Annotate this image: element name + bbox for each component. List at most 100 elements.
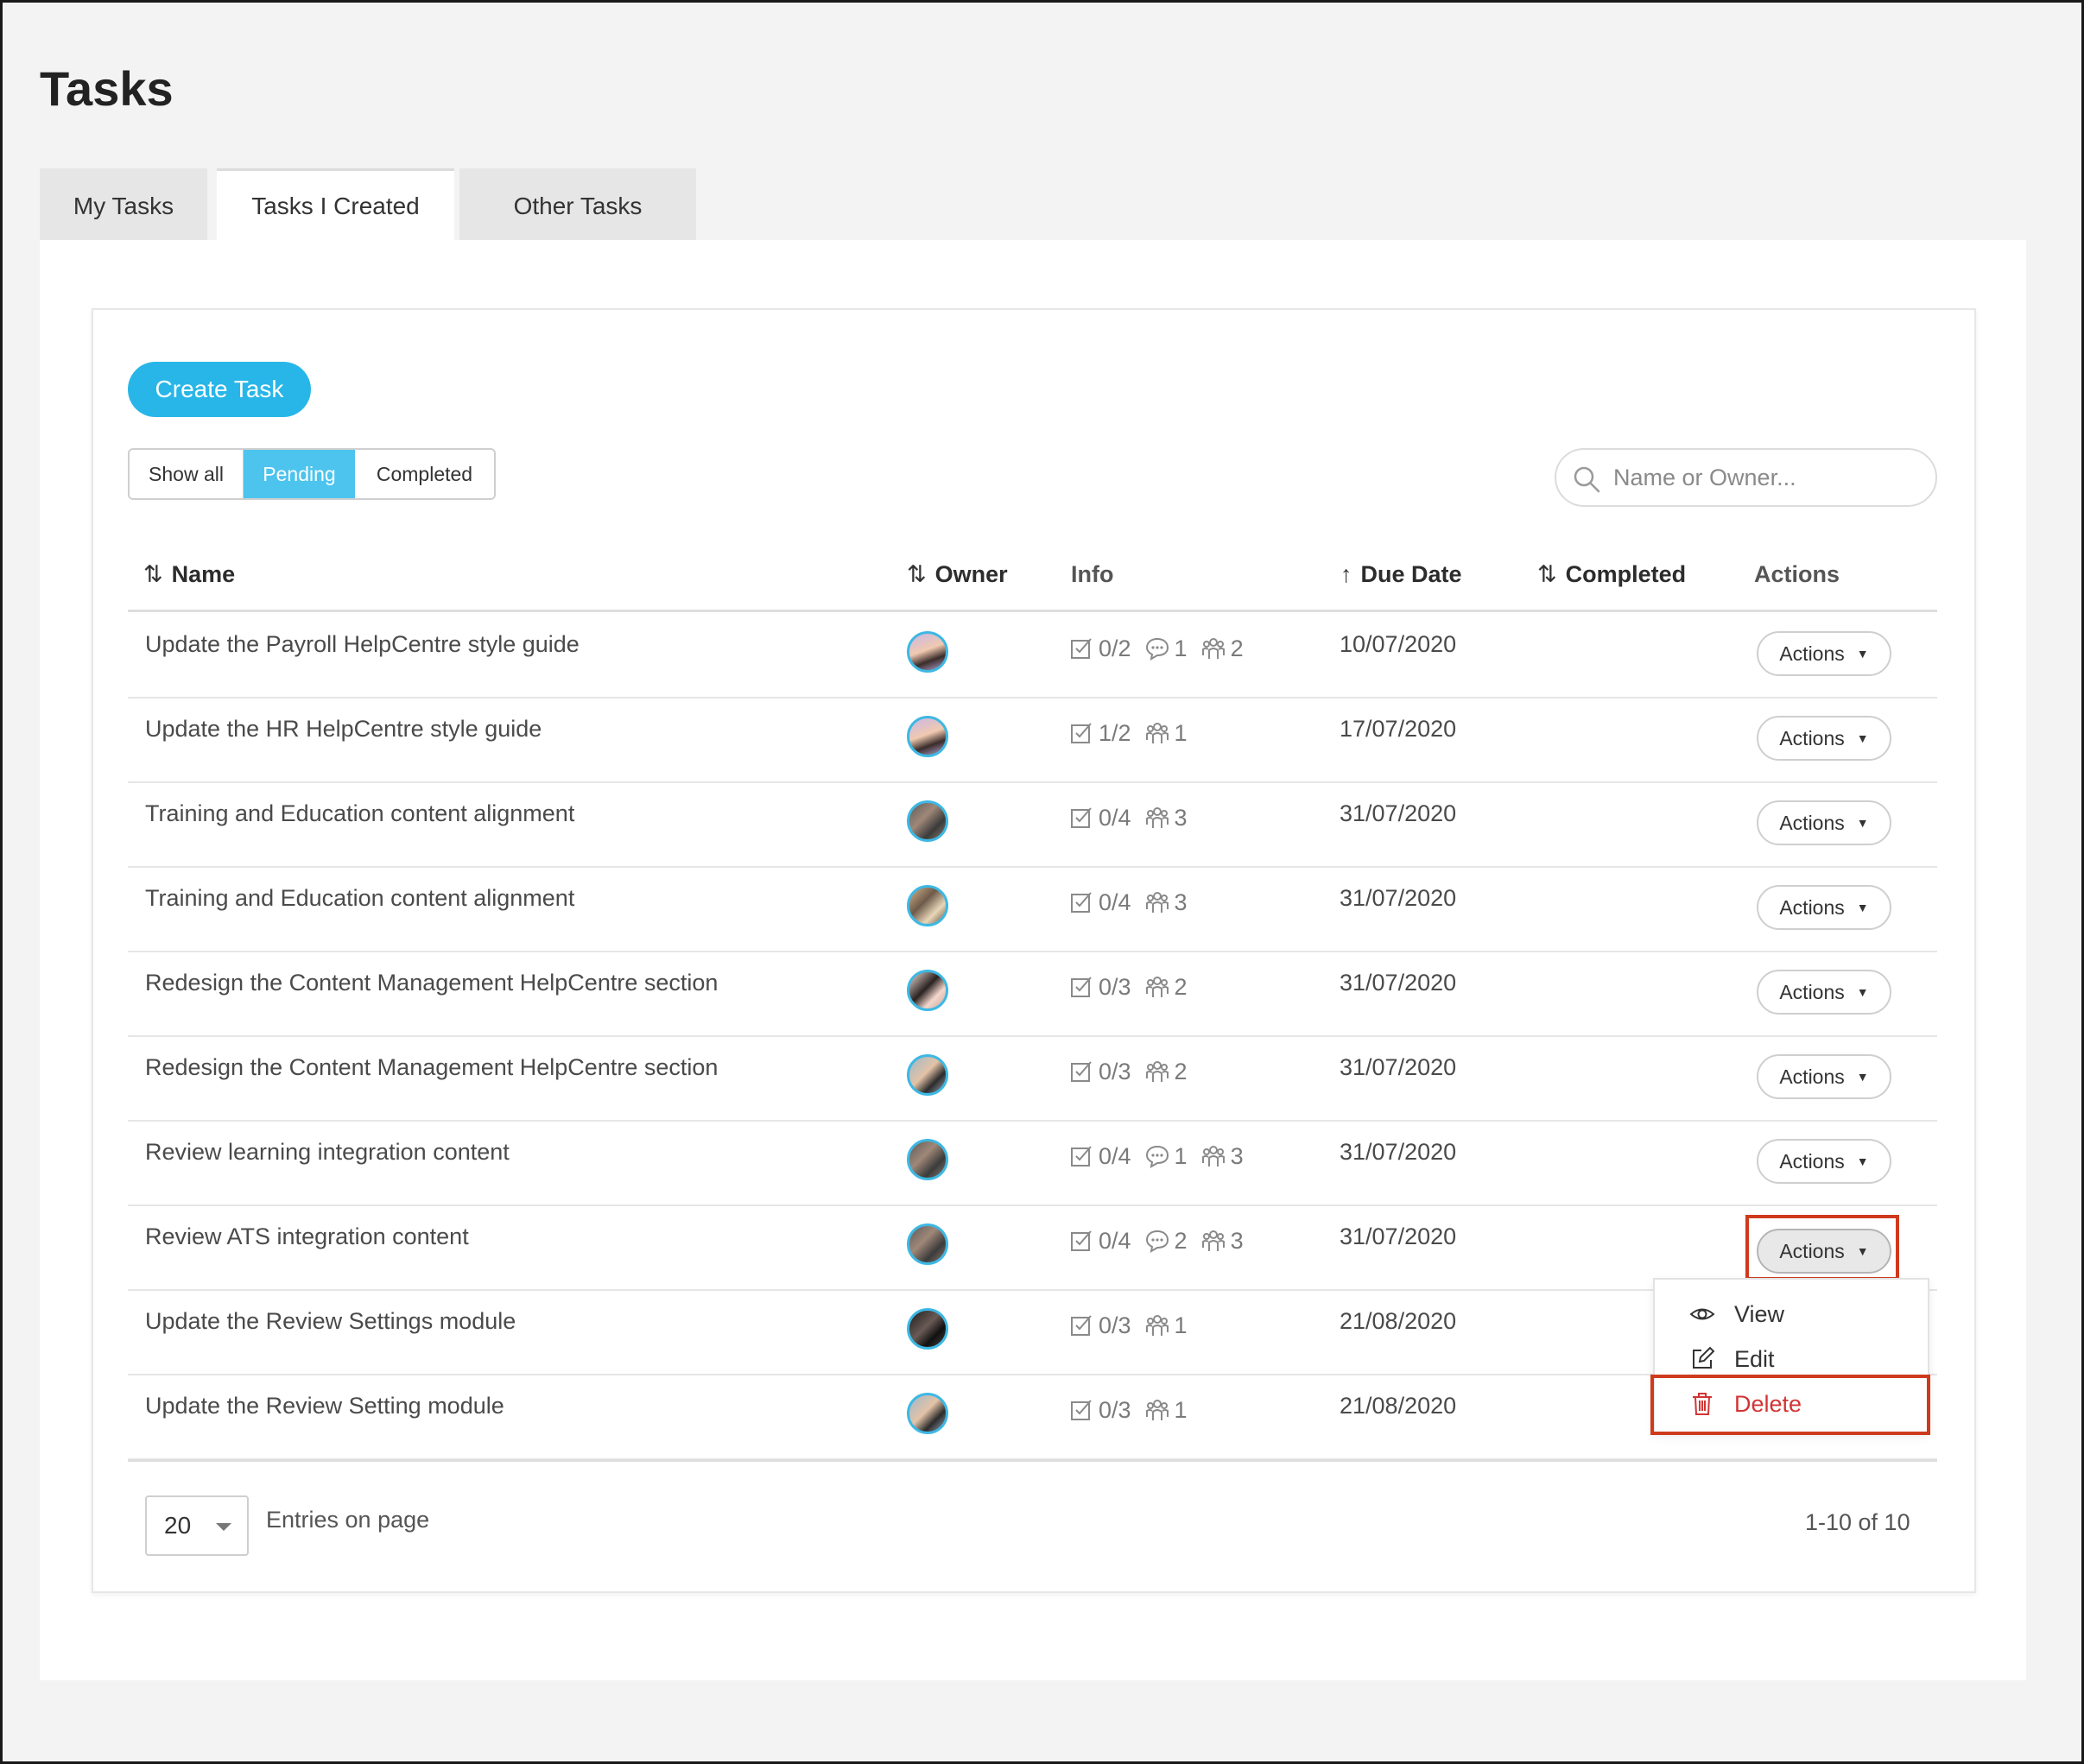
status-filter: Show all Pending Completed xyxy=(128,448,496,500)
column-header-completed[interactable]: ⇅ Completed xyxy=(1537,557,1686,591)
owner-avatar[interactable] xyxy=(907,1139,948,1180)
caret-down-icon: ▼ xyxy=(1856,647,1869,661)
people-icon xyxy=(1145,1061,1169,1082)
table-row: Redesign the Content Management HelpCent… xyxy=(128,952,1937,1037)
checklist-icon xyxy=(1071,1061,1092,1082)
actions-button[interactable]: Actions ▼ xyxy=(1757,800,1891,845)
caret-down-icon: ▼ xyxy=(1856,1070,1869,1084)
sort-icon: ⇅ xyxy=(1537,561,1557,587)
task-info: 0/3 1 xyxy=(1069,1393,1201,1427)
table-row: Training and Education content alignment… xyxy=(128,783,1937,868)
people-icon xyxy=(1145,892,1169,913)
table-row: Update the HR HelpCentre style guide 1/2 1… xyxy=(128,699,1937,783)
owner-avatar[interactable] xyxy=(907,631,948,673)
checklist-count: 0/4 xyxy=(1069,1143,1131,1170)
assignee-count: 2 xyxy=(1145,974,1188,1001)
task-name[interactable]: Update the Payroll HelpCentre style guid… xyxy=(145,631,580,658)
column-header-info: Info xyxy=(1071,561,1114,587)
owner-avatar[interactable] xyxy=(907,970,948,1011)
people-icon xyxy=(1145,723,1169,743)
task-name[interactable]: Review learning integration content xyxy=(145,1139,510,1166)
actions-button[interactable]: Actions ▼ xyxy=(1757,716,1891,761)
task-name[interactable]: Update the Review Settings module xyxy=(145,1308,516,1335)
people-icon xyxy=(1145,1400,1169,1420)
checklist-icon xyxy=(1071,723,1092,743)
checklist-count: 0/3 xyxy=(1069,1397,1131,1424)
chevron-down-icon xyxy=(216,1523,231,1531)
due-date: 31/07/2020 xyxy=(1340,800,1457,826)
checklist-count: 0/3 xyxy=(1069,974,1131,1001)
caret-down-icon: ▼ xyxy=(1856,901,1869,914)
due-date: 31/07/2020 xyxy=(1340,1223,1457,1249)
edit-icon xyxy=(1693,1346,1715,1369)
task-name[interactable]: Update the Review Setting module xyxy=(145,1393,504,1419)
checklist-icon xyxy=(1071,1230,1092,1251)
checklist-count: 0/4 xyxy=(1069,1228,1131,1255)
owner-avatar[interactable] xyxy=(907,716,948,757)
people-icon xyxy=(1201,1230,1225,1251)
task-name[interactable]: Redesign the Content Management HelpCent… xyxy=(145,970,718,996)
checklist-icon xyxy=(1071,1400,1092,1420)
caret-down-icon: ▼ xyxy=(1856,985,1869,999)
actions-button[interactable]: Actions ▼ xyxy=(1757,1054,1891,1099)
people-icon xyxy=(1201,638,1225,659)
owner-avatar[interactable] xyxy=(907,1054,948,1096)
filter-completed[interactable]: Completed xyxy=(355,450,494,498)
assignee-count: 1 xyxy=(1145,1397,1188,1424)
owner-avatar[interactable] xyxy=(907,1308,948,1350)
assignee-count: 1 xyxy=(1145,1312,1188,1339)
page-title: Tasks xyxy=(40,61,174,116)
checklist-icon xyxy=(1071,977,1092,997)
owner-avatar[interactable] xyxy=(907,885,948,926)
due-date: 10/07/2020 xyxy=(1340,631,1457,657)
owner-avatar[interactable] xyxy=(907,1223,948,1265)
actions-button[interactable]: Actions ▼ xyxy=(1757,885,1891,930)
due-date: 21/08/2020 xyxy=(1340,1393,1457,1419)
actions-button[interactable]: Actions ▼ xyxy=(1757,970,1891,1015)
actions-button[interactable]: Actions ▼ xyxy=(1757,631,1891,676)
tab-other-tasks[interactable]: Other Tasks xyxy=(459,168,696,242)
menu-item-label: View xyxy=(1734,1300,1785,1327)
search-input[interactable]: Name or Owner... xyxy=(1555,448,1937,507)
column-header-owner[interactable]: ⇅ Owner xyxy=(907,557,1008,591)
due-date: 31/07/2020 xyxy=(1340,1054,1457,1080)
sort-icon: ⇅ xyxy=(143,561,163,587)
people-icon xyxy=(1145,1315,1169,1336)
owner-avatar[interactable] xyxy=(907,1393,948,1434)
table-row: Update the Payroll HelpCentre style guid… xyxy=(128,614,1937,699)
task-name[interactable]: Training and Education content alignment xyxy=(145,885,574,912)
task-info: 0/4 2 3 xyxy=(1069,1223,1257,1258)
tab-my-tasks[interactable]: My Tasks xyxy=(40,168,207,242)
tab-tasks-i-created[interactable]: Tasks I Created xyxy=(217,168,454,242)
sort-icon: ⇅ xyxy=(907,561,927,587)
menu-item-view[interactable]: View xyxy=(1689,1295,1784,1333)
checklist-icon xyxy=(1071,1146,1092,1167)
pagination-range: 1-10 of 10 xyxy=(1805,1509,1910,1535)
task-name[interactable]: Update the HR HelpCentre style guide xyxy=(145,716,542,743)
comment-count: 1 xyxy=(1145,1143,1188,1170)
column-header-due-date[interactable]: ↑ Due Date xyxy=(1340,557,1462,591)
task-name[interactable]: Training and Education content alignment xyxy=(145,800,574,827)
people-icon xyxy=(1201,1146,1225,1167)
menu-item-label: Edit xyxy=(1734,1345,1775,1372)
owner-avatar[interactable] xyxy=(907,800,948,842)
due-date: 21/08/2020 xyxy=(1340,1308,1457,1334)
task-name[interactable]: Redesign the Content Management HelpCent… xyxy=(145,1054,718,1081)
caret-down-icon: ▼ xyxy=(1856,731,1869,745)
menu-item-edit[interactable]: Edit xyxy=(1689,1340,1775,1378)
task-info: 0/3 1 xyxy=(1069,1308,1201,1343)
filter-pending[interactable]: Pending xyxy=(244,450,355,498)
actions-button[interactable]: Actions ▼ xyxy=(1757,1139,1891,1184)
filter-show-all[interactable]: Show all xyxy=(130,450,244,498)
checklist-icon xyxy=(1071,638,1092,659)
create-task-button[interactable]: Create Task xyxy=(128,362,311,417)
people-icon xyxy=(1145,977,1169,997)
column-header-name[interactable]: ⇅ Name xyxy=(143,557,235,591)
due-date: 31/07/2020 xyxy=(1340,1139,1457,1165)
page-size-value: 20 xyxy=(164,1512,192,1539)
task-name[interactable]: Review ATS integration content xyxy=(145,1223,469,1250)
page-size-select[interactable]: 20 xyxy=(145,1495,249,1556)
checklist-count: 0/3 xyxy=(1069,1059,1131,1085)
sort-ascending-icon: ↑ xyxy=(1340,561,1352,587)
assignee-count: 2 xyxy=(1145,1059,1188,1085)
